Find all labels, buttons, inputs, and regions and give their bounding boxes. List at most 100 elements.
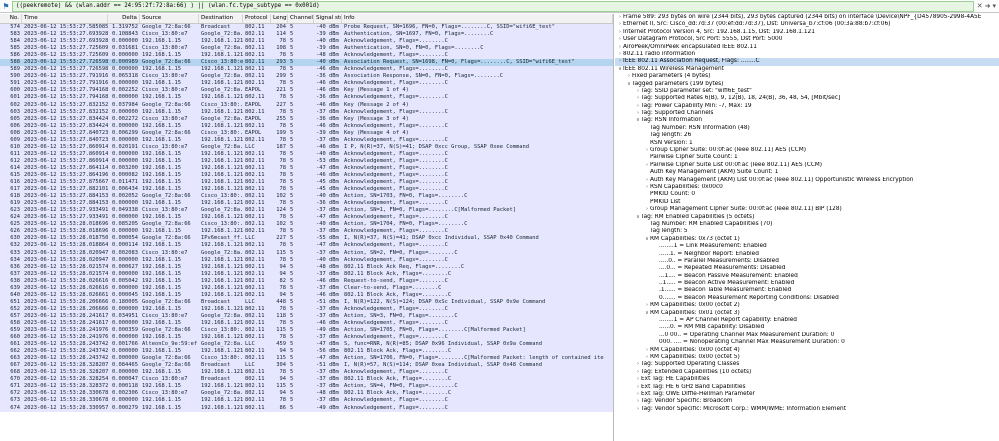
detail-tree-item[interactable]: ∨ Tag: RSN Information bbox=[615, 117, 999, 124]
packet-row[interactable]: 589 2023-06-12 15:53:27.726598 0.000000 192… bbox=[0, 66, 613, 74]
packet-row[interactable]: 584 2023-06-12 15:53:27.693928 0.000000 192… bbox=[0, 38, 613, 46]
packet-row[interactable]: 610 2023-06-12 15:53:27.860914 0.020191 Cis… bbox=[0, 143, 613, 151]
detail-tree-item[interactable]: PMKID List bbox=[615, 199, 999, 206]
apply-filter-icon[interactable]: ➜ bbox=[985, 2, 991, 10]
packet-row[interactable]: 667 2023-06-12 15:53:28.328207 0.084465 Goo… bbox=[0, 362, 613, 370]
packet-row[interactable]: 618 2023-06-12 15:53:27.884153 0.002052 Goo… bbox=[0, 193, 613, 201]
detail-tree-item[interactable]: › Tag: Supported Rates 6(B), 9, 12(B), 18… bbox=[615, 95, 999, 102]
detail-tree-item[interactable]: › RM Capabilities: 0x00 (octet 5) bbox=[615, 354, 999, 361]
packet-row[interactable]: 662 2023-06-12 15:53:28.243742 0.000000 192… bbox=[0, 348, 613, 356]
packet-row[interactable]: 612 2023-06-12 15:53:27.860914 0.000000 192… bbox=[0, 157, 613, 165]
packet-row[interactable]: 673 2023-06-12 15:53:28.330678 0.000000 192… bbox=[0, 397, 613, 405]
packet-row[interactable]: 583 2023-06-12 15:53:27.693928 0.108843 Cis… bbox=[0, 31, 613, 39]
detail-tree-item[interactable]: › RM Capabilities: 0x00 (octet 2) bbox=[615, 302, 999, 309]
packet-row[interactable]: 616 2023-06-12 15:53:27.875667 0.011471 192… bbox=[0, 179, 613, 187]
detail-tree-item[interactable]: ........1 = Link Measurement: Enabled bbox=[615, 243, 999, 250]
column-header-delta[interactable]: Delta bbox=[108, 14, 140, 23]
detail-tree-item[interactable]: › Group Cipher Suite: 00:0f:ac (Ieee 802.… bbox=[615, 147, 999, 154]
packet-row[interactable]: 591 2023-06-12 15:53:27.791916 0.000000 192… bbox=[0, 80, 613, 88]
packet-row[interactable]: 671 2023-06-12 15:53:28.328372 0.000118 192… bbox=[0, 383, 613, 391]
detail-tree-item[interactable]: › Internet Protocol Version 4, Src: 192.1… bbox=[615, 29, 999, 36]
packet-row[interactable]: 636 2023-06-12 15:53:28.021574 0.000627 192… bbox=[0, 263, 613, 271]
packet-row[interactable]: 615 2023-06-12 15:53:27.864196 0.000082 192… bbox=[0, 171, 613, 180]
detail-tree-item[interactable]: › Frame 589: 293 bytes on wire (2344 bits… bbox=[615, 14, 999, 21]
packet-row[interactable]: 630 2023-06-12 15:53:28.018750 0.000054 Goo… bbox=[0, 235, 613, 243]
detail-tree-item[interactable]: › Ext Tag: HE Capabilities bbox=[615, 376, 999, 383]
detail-tree-item[interactable]: › Auth Key Management (AKM) List 00:0f:ac… bbox=[615, 177, 999, 184]
detail-tree-item[interactable]: › Tag: Extended Capabilities (10 octets) bbox=[615, 369, 999, 376]
detail-tree-item[interactable]: Tag Number: RM Enabled Capabilities (70) bbox=[615, 221, 999, 228]
detail-tree-item[interactable]: Tag Number: RSN Information (48) bbox=[615, 125, 999, 132]
packet-row[interactable]: 585 2023-06-12 15:53:27.725609 0.031681 Cis… bbox=[0, 45, 613, 53]
packet-row[interactable]: 625 2023-06-12 15:53:28.018696 0.085205 Goo… bbox=[0, 221, 613, 229]
packet-row[interactable]: 626 2023-06-12 15:53:28.018696 0.000000 192… bbox=[0, 228, 613, 236]
detail-tree-item[interactable]: RSN Version: 1 bbox=[615, 140, 999, 147]
packet-row[interactable]: 658 2023-06-12 15:53:28.241617 0.000000 192… bbox=[0, 319, 613, 328]
packet-row[interactable]: 601 2023-06-12 15:53:27.794168 0.000000 192… bbox=[0, 94, 613, 102]
packet-row[interactable]: 661 2023-06-12 15:53:28.243742 0.001766 Alt… bbox=[0, 341, 613, 349]
detail-tree-item[interactable]: ....0... = Repeated Measurements: Disabl… bbox=[615, 265, 999, 272]
detail-tree-item[interactable]: ∨ Tagged parameters (199 bytes) bbox=[615, 81, 999, 88]
column-header-signal[interactable]: Signal strength bbox=[314, 14, 342, 23]
detail-tree-item[interactable]: › RSN Capabilities: 0x00c0 bbox=[615, 184, 999, 191]
detail-tree-item[interactable]: Pairwise Cipher Suite Count: 1 bbox=[615, 154, 999, 161]
detail-tree-item[interactable]: 0....... = Beacon Measurement Reporting … bbox=[615, 295, 999, 302]
detail-tree-item[interactable]: ...0 00.. = Operating Channel Max Measur… bbox=[615, 332, 999, 339]
packet-row[interactable]: 611 2023-06-12 15:53:27.860914 0.000000 192… bbox=[0, 150, 613, 158]
detail-tree-item[interactable]: › IEEE 802.11 Association Request, Flags:… bbox=[615, 58, 999, 66]
packet-row[interactable]: 602 2023-06-12 15:53:27.832152 0.037984 Goo… bbox=[0, 101, 613, 109]
column-header-channel[interactable]: Channel bbox=[288, 14, 314, 23]
detail-tree-item[interactable]: › Tag: Supported Channels bbox=[615, 110, 999, 117]
column-header-destination[interactable]: Destination bbox=[199, 14, 243, 23]
detail-tree-item[interactable]: › Group Management Cipher Suite: 00:0f:ac… bbox=[615, 206, 999, 213]
packet-row[interactable]: 639 2023-06-12 15:53:28.026616 0.000000 192… bbox=[0, 284, 613, 292]
packet-row[interactable]: 603 2023-06-12 15:53:27.832152 0.000000 192… bbox=[0, 108, 613, 116]
filter-dropdown-icon[interactable]: ▾ bbox=[992, 2, 996, 10]
packet-row[interactable]: 600 2023-06-12 15:53:27.794168 0.002252 Cis… bbox=[0, 87, 613, 95]
column-header-info[interactable]: Info bbox=[342, 14, 613, 23]
detail-tree-item[interactable]: ........1 = AP Channel Report capability… bbox=[615, 317, 999, 324]
detail-tree-item[interactable]: › Pairwise Cipher Suite List 00:0f:ac (Ie… bbox=[615, 162, 999, 169]
packet-row[interactable]: 657 2023-06-12 15:53:28.241617 0.034951 Cis… bbox=[0, 312, 613, 320]
packet-row[interactable]: 670 2023-06-12 15:53:28.328254 0.000047 Cis… bbox=[0, 376, 613, 384]
packet-row[interactable]: 624 2023-06-12 15:53:27.933491 0.000000 192… bbox=[0, 214, 613, 222]
detail-tree-item[interactable]: › Ext Tag: HE 6 GHz Band Capabilities bbox=[615, 384, 999, 391]
detail-tree-item[interactable]: ...1.... = Beacon Passive Measurement: E… bbox=[615, 273, 999, 280]
detail-tree-item[interactable]: › Ethernet II, Src: Cisco_dd:7d:37 (00:ef… bbox=[615, 21, 999, 28]
packet-row[interactable]: 640 2023-06-12 15:53:28.026661 0.000045 192… bbox=[0, 291, 613, 299]
packet-row[interactable]: 606 2023-06-12 15:53:27.834424 0.000000 192… bbox=[0, 122, 613, 130]
clear-filter-icon[interactable]: ✕ bbox=[977, 2, 983, 10]
packet-row[interactable]: 663 2023-06-12 15:53:28.243742 0.000000 Goo… bbox=[0, 355, 613, 363]
detail-tree-item[interactable]: › Tag: Vendor Specific: Microsoft Corp.: … bbox=[615, 406, 999, 413]
detail-tree-item[interactable]: Tag length: 5 bbox=[615, 228, 999, 235]
display-filter-input[interactable]: ((peekremote) && (wlan.addr == 24:95:2f:… bbox=[12, 0, 974, 12]
detail-tree-item[interactable]: ∨ RM Capabilities: 0x01 (octet 3) bbox=[615, 310, 999, 317]
packet-row[interactable]: 634 2023-06-12 15:53:28.020947 0.000000 192… bbox=[0, 256, 613, 264]
packet-row[interactable]: 652 2023-06-12 15:53:28.206666 0.000000 192… bbox=[0, 305, 613, 313]
detail-tree-item[interactable]: › Tag: Supported Operating Classes bbox=[615, 361, 999, 368]
detail-tree-item[interactable]: ∨ Tag: RM Enabled Capabilities (5 octets) bbox=[615, 214, 999, 221]
detail-tree-item[interactable]: › Tag: Vendor Specific: Broadcom bbox=[615, 398, 999, 405]
detail-tree-item[interactable]: ......1. = Neighbor Report: Enabled bbox=[615, 251, 999, 258]
packet-row[interactable]: 672 2023-06-12 15:53:28.330678 0.002306 Cis… bbox=[0, 390, 613, 398]
detail-tree-item[interactable]: Tag length: 26 bbox=[615, 132, 999, 139]
detail-tree-item[interactable]: .1...... = Beacon Table Measurement: Ena… bbox=[615, 287, 999, 294]
packet-row[interactable]: 605 2023-06-12 15:53:27.834424 0.002272 Cis… bbox=[0, 115, 613, 123]
detail-tree-item[interactable]: › 802.11 radio information bbox=[615, 51, 999, 58]
detail-tree-item[interactable]: › Ext Tag: OWE Diffie-Hellman Parameter bbox=[615, 391, 999, 398]
packet-row[interactable]: 588 2023-06-12 15:53:27.726598 0.000989 Goo… bbox=[0, 59, 613, 67]
bookmark-icon[interactable]: ⚑ bbox=[0, 0, 12, 12]
packet-row[interactable]: 638 2023-06-12 15:53:28.026616 0.005042 192… bbox=[0, 277, 613, 285]
column-header-time[interactable]: Time bbox=[22, 14, 108, 23]
detail-tree-item[interactable]: ..1..... = Beacon Active Measurement: En… bbox=[615, 280, 999, 287]
packet-row[interactable]: 574 2023-06-12 15:53:27.585085 1.319752 Goo… bbox=[0, 24, 613, 32]
packet-row[interactable]: 633 2023-06-12 15:53:28.020947 0.002083 Cis… bbox=[0, 249, 613, 257]
packet-row[interactable]: 619 2023-06-12 15:53:27.884153 0.000000 192… bbox=[0, 200, 613, 208]
detail-tree-item[interactable]: ......0. = RM MIB capability: Disabled bbox=[615, 324, 999, 331]
packet-row[interactable]: 632 2023-06-12 15:53:28.018864 0.000114 192… bbox=[0, 242, 613, 250]
detail-tree-item[interactable]: ∨ IEEE 802.11 Wireless Management bbox=[615, 66, 999, 73]
packet-row[interactable]: 608 2023-06-12 15:53:27.840723 0.006299 Goo… bbox=[0, 129, 613, 137]
detail-tree-item[interactable]: ∨ RM Capabilities: 0x73 (octet 1) bbox=[615, 236, 999, 243]
packet-row[interactable]: 637 2023-06-12 15:53:28.021574 0.000000 192… bbox=[0, 270, 613, 278]
packet-row[interactable]: 659 2023-06-12 15:53:28.241976 0.000359 Goo… bbox=[0, 327, 613, 335]
